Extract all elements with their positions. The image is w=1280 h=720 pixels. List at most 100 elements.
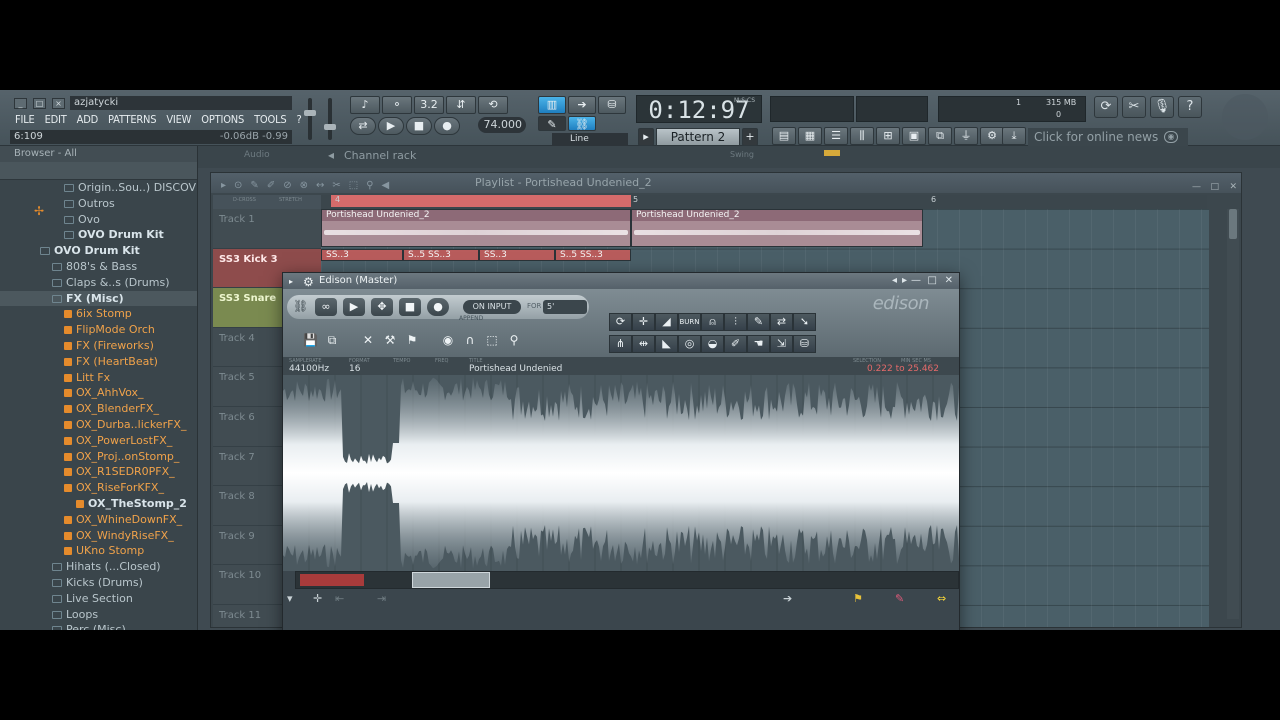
browser-item[interactable]: OX_TheStomp_2 bbox=[0, 496, 197, 512]
add-marker-icon[interactable]: ✛ bbox=[313, 592, 322, 605]
user-name-field[interactable]: azjatycki bbox=[70, 96, 292, 110]
gate-icon[interactable]: ⍝ bbox=[701, 313, 724, 331]
browser-item[interactable]: FlipMode Orch bbox=[0, 322, 197, 338]
menu-add[interactable]: ADD bbox=[72, 112, 103, 128]
channel-rack-icon[interactable]: ☰ bbox=[824, 127, 848, 145]
browser-item[interactable]: Kicks (Drums) bbox=[0, 575, 197, 591]
menu-patterns[interactable]: PATTERNS bbox=[103, 112, 161, 128]
browser-item[interactable]: Loops bbox=[0, 607, 197, 623]
pattern-prev-icon[interactable]: ▸ bbox=[638, 128, 654, 146]
edison-menu-icon[interactable]: ▸ bbox=[289, 274, 293, 290]
pattern-clip[interactable]: SS..3 bbox=[321, 249, 403, 261]
master-volume-slider[interactable] bbox=[304, 98, 316, 140]
mute-icon[interactable]: ⊗ bbox=[300, 176, 308, 196]
mixer-icon[interactable]: ⫼ bbox=[850, 127, 874, 145]
fade-out-icon[interactable]: ◣ bbox=[655, 335, 678, 353]
stamp-icon[interactable]: ⛁ bbox=[598, 96, 626, 114]
slip-icon[interactable]: ↔ bbox=[316, 176, 324, 196]
arrow-right-icon[interactable]: ➔ bbox=[568, 96, 596, 114]
browser-icon[interactable]: ▣ bbox=[902, 127, 926, 145]
ruler-selection[interactable] bbox=[331, 195, 631, 207]
track-label[interactable]: Track 1 bbox=[213, 209, 321, 249]
delete-icon[interactable]: ⊘ bbox=[283, 176, 291, 196]
browser-item[interactable]: Origin..Sou..) DISCOVER bbox=[0, 180, 197, 196]
playlist-menu-icon[interactable]: ▸ bbox=[221, 176, 226, 196]
browser-item[interactable]: OX_AhhVox_ bbox=[0, 385, 197, 401]
zoom-icon[interactable]: ⚲ bbox=[366, 176, 373, 196]
browser-item[interactable]: FX (HeartBeat) bbox=[0, 354, 197, 370]
marker-prev-icon[interactable]: ⇤ bbox=[335, 592, 344, 605]
save-icon[interactable]: 💾 bbox=[303, 333, 318, 347]
browser-item[interactable]: OX_PowerLostFX_ bbox=[0, 433, 197, 449]
spectrum-icon[interactable]: ⫶ bbox=[724, 313, 747, 331]
flag-icon[interactable]: ⚑ bbox=[853, 592, 863, 605]
tempo-field[interactable]: 74.000 bbox=[478, 117, 526, 133]
select-icon[interactable]: ⬚ bbox=[349, 176, 358, 196]
edison-scrollbar[interactable] bbox=[295, 571, 959, 589]
append-label[interactable]: APPEND bbox=[459, 315, 483, 322]
pl-maximize-icon[interactable]: □ bbox=[1210, 177, 1219, 197]
browser-item[interactable]: FX (Misc) bbox=[0, 290, 197, 307]
browser-item[interactable]: OX_WhineDownFX_ bbox=[0, 512, 197, 528]
pattern-selector[interactable]: Pattern 2 bbox=[656, 128, 740, 146]
browser-item[interactable]: OX_Durba..lickerFX_ bbox=[0, 417, 197, 433]
chain-icon[interactable]: ⛓ bbox=[293, 299, 308, 313]
plugin-icon[interactable]: ⧉ bbox=[928, 127, 952, 145]
browser-item[interactable]: UKno Stomp bbox=[0, 543, 197, 559]
prev-preset-icon[interactable]: ◂ bbox=[892, 273, 897, 289]
menu-file[interactable]: FILE bbox=[10, 112, 40, 128]
plug-icon[interactable]: ⏚ bbox=[954, 127, 978, 145]
browser-item[interactable]: OX_Proj..onStomp_ bbox=[0, 449, 197, 465]
time-signature-button[interactable]: 3.2 bbox=[414, 96, 444, 114]
cut-icon[interactable]: ✕ bbox=[361, 333, 375, 347]
zoom-in-icon[interactable]: ⚲ bbox=[507, 333, 521, 347]
pattern-clip[interactable]: S..5 SS..3 bbox=[403, 249, 479, 261]
minimize-icon[interactable]: _ bbox=[14, 98, 27, 109]
speaker-icon[interactable]: ◀ bbox=[382, 176, 390, 196]
format-value[interactable]: 16 bbox=[349, 364, 360, 374]
stamp-tool-icon[interactable]: ⛁ bbox=[793, 335, 816, 353]
browser-item[interactable]: OX_R1SEDR0PFX_ bbox=[0, 464, 197, 480]
record-mode-select[interactable]: ON INPUT bbox=[463, 300, 521, 314]
record-icon[interactable]: ● bbox=[434, 117, 460, 135]
stretch-label[interactable]: STRETCH bbox=[279, 197, 302, 203]
browser-item[interactable]: OX_BlenderFX_ bbox=[0, 401, 197, 417]
split-icon[interactable]: ⋔ bbox=[609, 335, 632, 353]
channel-rack-title[interactable]: Channel rack bbox=[344, 149, 416, 162]
edison-maximize-icon[interactable]: □ bbox=[928, 273, 937, 289]
eye-icon[interactable]: ◉ bbox=[441, 333, 455, 347]
playlist-icon[interactable]: ▤ bbox=[772, 127, 796, 145]
menu-view[interactable]: VIEW bbox=[161, 112, 196, 128]
edison-scroll-thumb[interactable] bbox=[412, 572, 490, 588]
next-preset-icon[interactable]: ▸ bbox=[902, 273, 907, 289]
pencil-icon[interactable]: ✎ bbox=[538, 116, 566, 131]
browser-item[interactable]: OX_WindyRiseFX_ bbox=[0, 528, 197, 544]
rack-arrow-icon[interactable]: ◂ bbox=[328, 148, 334, 162]
fade-in-icon[interactable]: ◢ bbox=[655, 313, 678, 331]
samplerate-value[interactable]: 44100Hz bbox=[289, 364, 329, 374]
piano-roll-icon[interactable]: ▦ bbox=[798, 127, 822, 145]
microphone-icon[interactable]: 🎙 bbox=[1150, 96, 1174, 118]
edison-close-icon[interactable]: ✕ bbox=[945, 273, 953, 289]
burn-icon[interactable]: BURN bbox=[678, 313, 701, 331]
pattern-clip[interactable]: S..5 SS..3 bbox=[555, 249, 631, 261]
blend-notes-icon[interactable]: ⇵ bbox=[446, 96, 476, 114]
browser-item[interactable]: Claps &..s (Drums) bbox=[0, 275, 197, 291]
browser-item[interactable]: FX (Fireworks) bbox=[0, 338, 197, 354]
menu-edit[interactable]: EDIT bbox=[40, 112, 72, 128]
edison-record-icon[interactable]: ● bbox=[427, 298, 449, 316]
headphones-icon[interactable]: ∩ bbox=[463, 333, 477, 347]
play-icon[interactable]: ▶ bbox=[378, 117, 404, 135]
dcross-label[interactable]: D-CROSS bbox=[233, 197, 256, 203]
reverse-icon[interactable]: ⟳ bbox=[609, 313, 632, 331]
snap-select[interactable]: Line bbox=[552, 133, 628, 146]
gear-icon[interactable]: ⚙ bbox=[303, 274, 314, 290]
pencil-red-icon[interactable]: ✎ bbox=[895, 592, 904, 605]
copy-icon[interactable]: ⧉ bbox=[325, 333, 339, 347]
browser-item[interactable]: Hihats (...Closed) bbox=[0, 559, 197, 575]
pointer-icon[interactable]: ➘ bbox=[793, 313, 816, 331]
loop-icon[interactable]: ∞ bbox=[315, 298, 337, 316]
menu-options[interactable]: OPTIONS bbox=[196, 112, 249, 128]
playlist-ruler[interactable]: 4 5 6 bbox=[321, 195, 1207, 209]
bottom-menu-icon[interactable]: ▾ bbox=[287, 592, 293, 605]
